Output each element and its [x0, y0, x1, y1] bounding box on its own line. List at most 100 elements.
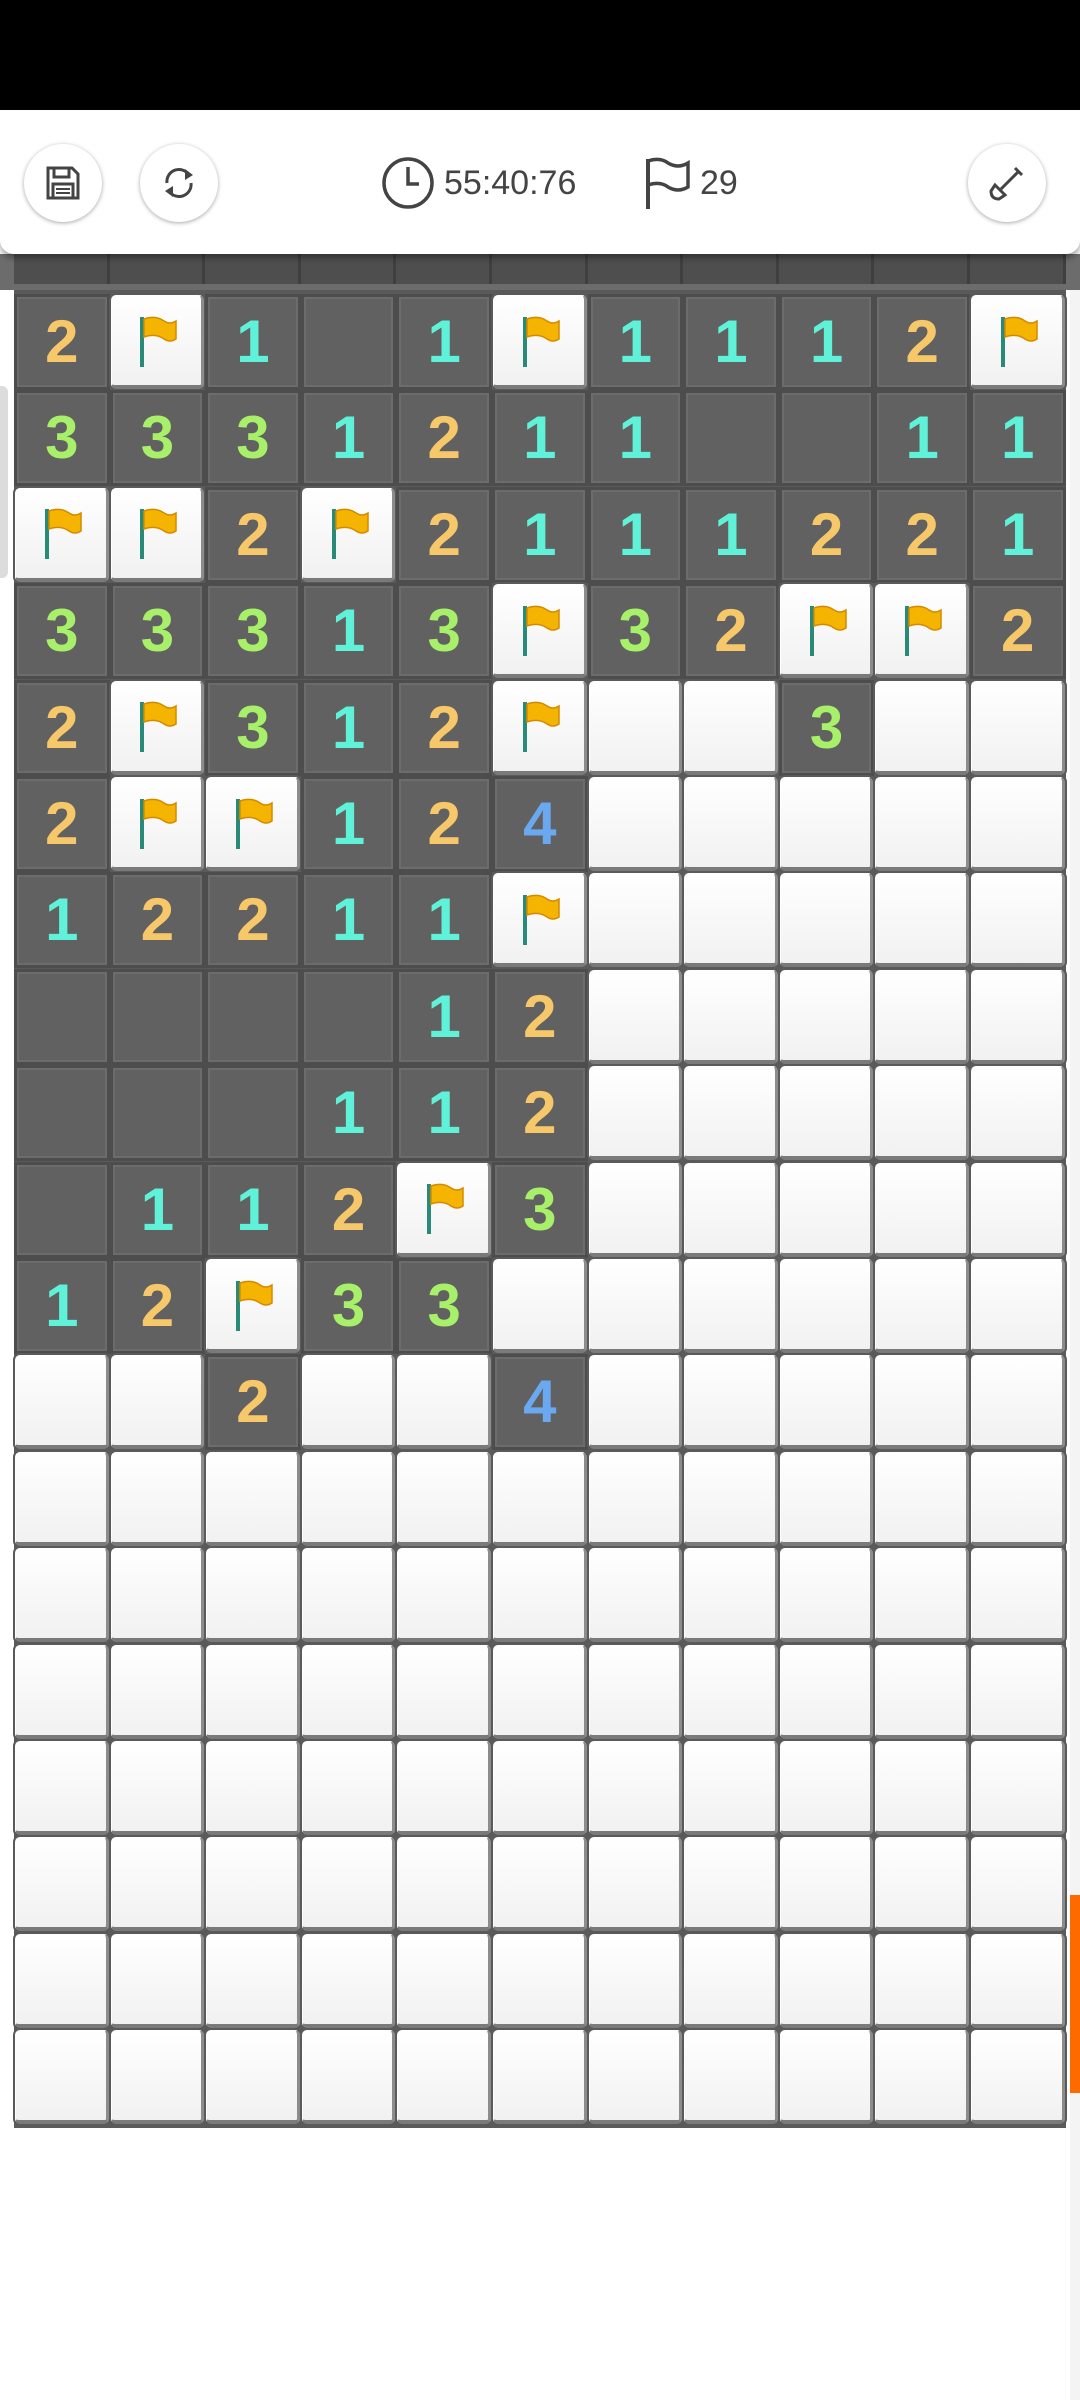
- covered-cell[interactable]: [873, 678, 971, 777]
- covered-cell[interactable]: [586, 1064, 685, 1163]
- flagged-cell[interactable]: [108, 678, 207, 777]
- covered-cell[interactable]: [13, 1546, 111, 1645]
- covered-cell[interactable]: [299, 1642, 398, 1741]
- number-cell[interactable]: 2: [396, 776, 492, 872]
- covered-cell[interactable]: [968, 1064, 1067, 1163]
- revealed-empty-cell[interactable]: [300, 968, 397, 1065]
- covered-cell[interactable]: [968, 2028, 1067, 2127]
- covered-cell[interactable]: [682, 1835, 780, 1934]
- number-cell[interactable]: 2: [778, 486, 875, 583]
- flagged-cell[interactable]: [490, 678, 589, 777]
- number-cell[interactable]: 1: [969, 486, 1066, 583]
- flagged-cell[interactable]: [777, 582, 876, 681]
- covered-cell[interactable]: [586, 1353, 685, 1452]
- covered-cell[interactable]: [490, 1546, 589, 1645]
- revealed-empty-cell[interactable]: [14, 1065, 110, 1162]
- covered-cell[interactable]: [395, 1835, 493, 1934]
- covered-cell[interactable]: [682, 1546, 780, 1645]
- covered-cell[interactable]: [490, 1257, 589, 1355]
- number-cell[interactable]: 2: [14, 679, 110, 776]
- covered-cell[interactable]: [968, 1739, 1067, 1837]
- covered-cell[interactable]: [490, 1835, 589, 1934]
- covered-cell[interactable]: [873, 1739, 971, 1837]
- covered-cell[interactable]: [777, 1449, 876, 1548]
- number-cell[interactable]: 2: [14, 776, 110, 872]
- number-cell[interactable]: 2: [491, 1065, 588, 1162]
- covered-cell[interactable]: [777, 1064, 876, 1163]
- covered-cell[interactable]: [682, 2028, 780, 2127]
- revealed-empty-cell[interactable]: [205, 968, 301, 1065]
- number-cell[interactable]: 3: [778, 679, 875, 776]
- number-cell[interactable]: 2: [205, 486, 301, 583]
- number-cell[interactable]: 2: [491, 968, 588, 1065]
- covered-cell[interactable]: [108, 1642, 207, 1741]
- covered-cell[interactable]: [873, 967, 971, 1066]
- number-cell[interactable]: 1: [491, 486, 588, 583]
- number-cell[interactable]: 3: [109, 390, 206, 487]
- covered-cell[interactable]: [682, 871, 780, 970]
- number-cell[interactable]: 1: [396, 968, 492, 1065]
- covered-cell[interactable]: [108, 1449, 207, 1548]
- covered-cell[interactable]: [204, 1546, 302, 1645]
- number-cell[interactable]: 2: [396, 679, 492, 776]
- number-cell[interactable]: 3: [205, 390, 301, 487]
- covered-cell[interactable]: [108, 1353, 207, 1452]
- covered-cell[interactable]: [586, 871, 685, 970]
- covered-cell[interactable]: [299, 1353, 398, 1452]
- covered-cell[interactable]: [299, 2028, 398, 2127]
- revealed-empty-cell[interactable]: [205, 1065, 301, 1162]
- number-cell[interactable]: 3: [109, 583, 206, 680]
- covered-cell[interactable]: [395, 1353, 493, 1452]
- covered-cell[interactable]: [968, 1546, 1067, 1645]
- covered-cell[interactable]: [204, 1642, 302, 1741]
- number-cell[interactable]: 1: [300, 1065, 397, 1162]
- covered-cell[interactable]: [490, 2028, 589, 2127]
- covered-cell[interactable]: [777, 1739, 876, 1837]
- covered-cell[interactable]: [108, 1835, 207, 1934]
- number-cell[interactable]: 1: [300, 776, 397, 872]
- covered-cell[interactable]: [108, 2028, 207, 2127]
- flagged-cell[interactable]: [108, 485, 207, 584]
- covered-cell[interactable]: [108, 1931, 207, 2030]
- number-cell[interactable]: 1: [205, 294, 301, 390]
- covered-cell[interactable]: [968, 1257, 1067, 1355]
- covered-cell[interactable]: [682, 1257, 780, 1355]
- covered-cell[interactable]: [968, 871, 1067, 970]
- number-cell[interactable]: 3: [205, 679, 301, 776]
- number-cell[interactable]: 2: [396, 486, 492, 583]
- covered-cell[interactable]: [873, 1931, 971, 2030]
- number-cell[interactable]: 2: [109, 872, 206, 969]
- covered-cell[interactable]: [873, 1642, 971, 1741]
- number-cell[interactable]: 3: [14, 583, 110, 680]
- covered-cell[interactable]: [490, 1449, 589, 1548]
- number-cell[interactable]: 3: [491, 1161, 588, 1258]
- number-cell[interactable]: 1: [109, 1161, 206, 1258]
- restart-button[interactable]: [140, 144, 218, 222]
- number-cell[interactable]: 1: [300, 872, 397, 969]
- number-cell[interactable]: 1: [300, 583, 397, 680]
- number-cell[interactable]: 2: [969, 583, 1066, 680]
- covered-cell[interactable]: [682, 775, 780, 873]
- flagged-cell[interactable]: [490, 293, 589, 391]
- number-cell[interactable]: 1: [396, 1065, 492, 1162]
- covered-cell[interactable]: [777, 1835, 876, 1934]
- covered-cell[interactable]: [299, 1931, 398, 2030]
- covered-cell[interactable]: [586, 1642, 685, 1741]
- covered-cell[interactable]: [873, 1160, 971, 1259]
- covered-cell[interactable]: [13, 1739, 111, 1837]
- covered-cell[interactable]: [586, 1257, 685, 1355]
- flagged-cell[interactable]: [204, 1257, 302, 1355]
- covered-cell[interactable]: [586, 1449, 685, 1548]
- covered-cell[interactable]: [777, 1931, 876, 2030]
- covered-cell[interactable]: [873, 1835, 971, 1934]
- covered-cell[interactable]: [299, 1739, 398, 1837]
- covered-cell[interactable]: [777, 1257, 876, 1355]
- flagged-cell[interactable]: [13, 485, 111, 584]
- covered-cell[interactable]: [13, 1931, 111, 2030]
- revealed-empty-cell[interactable]: [109, 968, 206, 1065]
- covered-cell[interactable]: [682, 1739, 780, 1837]
- covered-cell[interactable]: [968, 1931, 1067, 2030]
- number-cell[interactable]: 2: [300, 1161, 397, 1258]
- covered-cell[interactable]: [204, 1739, 302, 1837]
- number-cell[interactable]: 2: [396, 390, 492, 487]
